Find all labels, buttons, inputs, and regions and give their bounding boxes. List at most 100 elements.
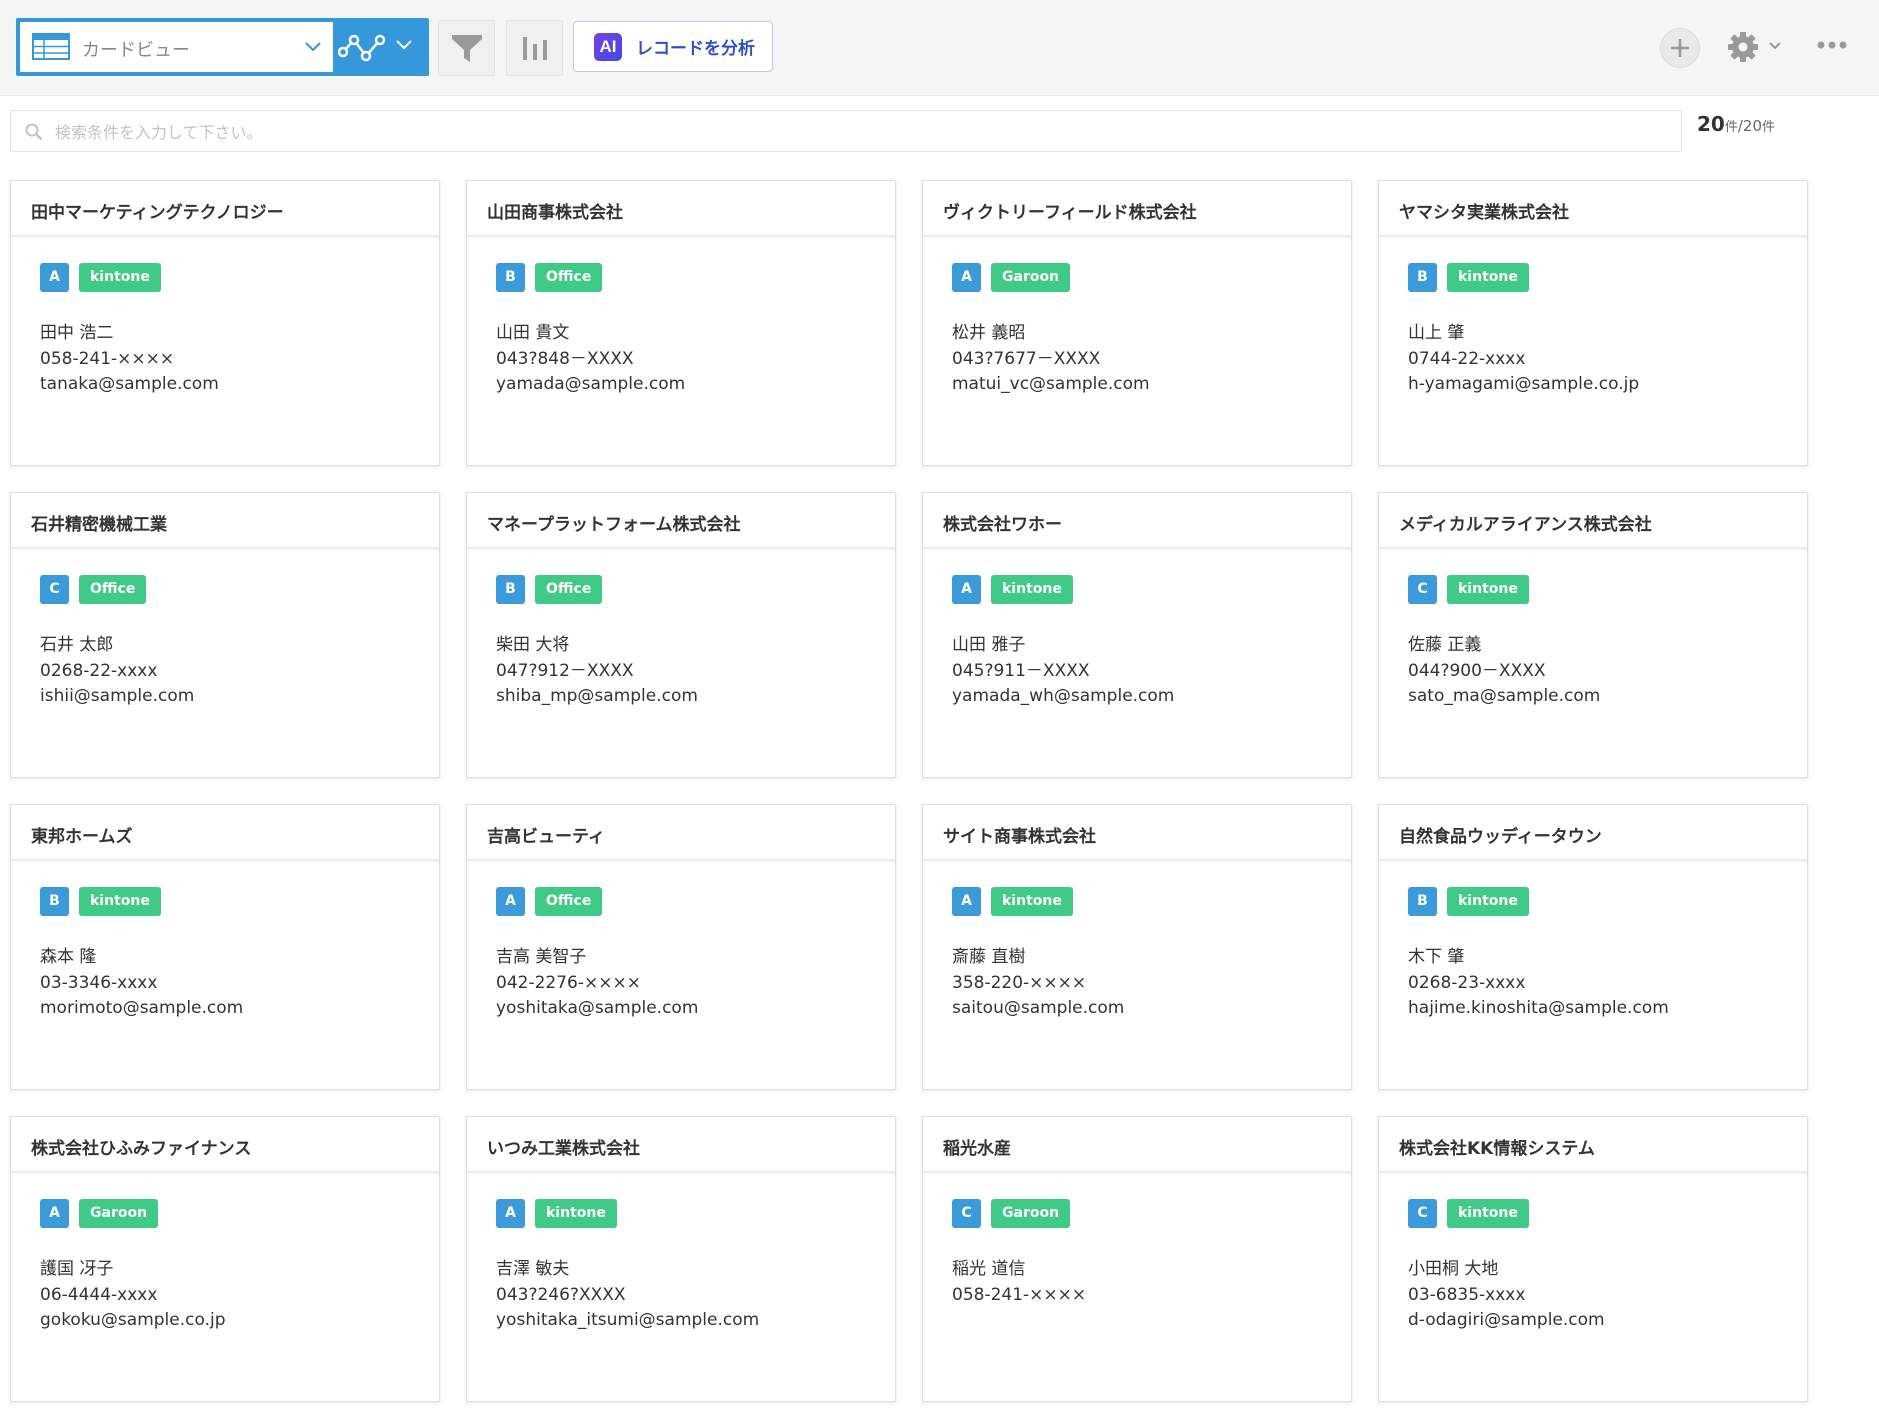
rank-badge: A [496,1199,525,1228]
product-badge: kintone [991,575,1073,604]
contact-info: 斎藤 直樹 358-220-×××× saitou@sample.com [952,945,1124,1022]
rank-badge: B [496,575,525,604]
gear-icon[interactable] [1726,30,1760,64]
search-icon [25,123,43,141]
rank-badge: C [952,1199,981,1228]
company-name: 株式会社ワホー [923,493,1351,549]
contact-email: shiba_mp@sample.com [496,686,698,706]
tag-row: A Garoon [40,1199,159,1228]
contact-person: 吉澤 敏夫 [496,1259,570,1279]
record-card[interactable]: 石井精密機械工業 C Office 石井 太郎 0268-22-xxxx ish… [10,492,440,778]
contact-person: 山田 貴文 [496,323,570,343]
product-badge: Garoon [991,263,1071,292]
contact-email: morimoto@sample.com [40,998,244,1018]
contact-person: 吉高 美智子 [496,947,587,967]
contact-email: sato_ma@sample.com [1408,686,1601,706]
rank-badge: C [1408,1199,1437,1228]
contact-phone: 043?848－XXXX [496,348,634,369]
product-badge: Garoon [991,1199,1071,1228]
company-name: マネープラットフォーム株式会社 [467,493,895,549]
record-card[interactable]: 株式会社ワホー A kintone 山田 雅子 045?911－XXXX yam… [922,492,1352,778]
company-name: 稲光水産 [923,1117,1351,1173]
record-card[interactable]: メディカルアライアンス株式会社 C kintone 佐藤 正義 044?900－… [1378,492,1808,778]
analyze-records-label: レコードを分析 [636,39,755,59]
record-card[interactable]: 自然食品ウッディータウン B kintone 木下 肇 0268-23-xxxx… [1378,804,1808,1090]
chevron-down-icon[interactable] [396,40,412,50]
chevron-down-icon[interactable] [1769,42,1781,50]
contact-email: ishii@sample.com [40,686,195,706]
contact-phone: 358-220-×××× [952,972,1087,993]
record-card[interactable]: マネープラットフォーム株式会社 B Office 柴田 大将 047?912－X… [466,492,896,778]
tag-row: A kintone [952,887,1073,916]
product-badge: Office [535,887,603,916]
record-card[interactable]: 稲光水産 C Garoon 稲光 道信 058-241-×××× [922,1116,1352,1402]
contact-email: yoshitaka@sample.com [496,998,699,1018]
chevron-down-icon [305,42,321,52]
view-select[interactable]: カードビュー [20,22,333,72]
contact-info: 吉澤 敏夫 043?246?XXXX yoshitaka_itsumi@samp… [496,1257,759,1334]
contact-phone: 03-6835-xxxx [1408,1284,1526,1305]
view-select-label: カードビュー [82,40,190,61]
rank-badge: B [496,263,525,292]
contact-info: 木下 肇 0268-23-xxxx hajime.kinoshita@sampl… [1408,945,1669,1022]
contact-info: 稲光 道信 058-241-×××× [952,1257,1086,1334]
contact-email: gokoku@sample.co.jp [40,1310,226,1330]
company-name: 自然食品ウッディータウン [1379,805,1807,861]
record-card[interactable]: 山田商事株式会社 B Office 山田 貴文 043?848－XXXX yam… [466,180,896,466]
company-name: 田中マーケティングテクノロジー [11,181,439,237]
record-card[interactable]: ヴィクトリーフィールド株式会社 A Garoon 松井 義昭 043?7677－… [922,180,1352,466]
contact-info: 石井 太郎 0268-22-xxxx ishii@sample.com [40,633,194,710]
contact-person: 稲光 道信 [952,1259,1026,1279]
product-badge: kintone [79,887,161,916]
rank-badge: A [40,1199,69,1228]
contact-person: 田中 浩二 [40,323,114,343]
product-badge: Office [535,575,603,604]
filter-button[interactable] [438,20,495,76]
record-card[interactable]: 東邦ホームズ B kintone 森本 隆 03-3346-xxxx morim… [10,804,440,1090]
contact-person: 石井 太郎 [40,635,114,655]
rank-badge: B [1408,263,1437,292]
contact-person: 木下 肇 [1408,947,1465,967]
table-icon [32,33,70,60]
record-card[interactable]: 田中マーケティングテクノロジー A kintone 田中 浩二 058-241-… [10,180,440,466]
product-badge: Garoon [79,1199,159,1228]
add-record-button[interactable] [1660,28,1700,68]
contact-email: yamada_wh@sample.com [952,686,1175,706]
graph-view-icon[interactable] [338,28,386,66]
record-count-total-unit: 件 [1762,120,1776,135]
analyze-records-button[interactable]: AI レコードを分析 [573,21,773,72]
contact-info: 小田桐 大地 03-6835-xxxx d-odagiri@sample.com [1408,1257,1605,1334]
record-card[interactable]: サイト商事株式会社 A kintone 斎藤 直樹 358-220-×××× s… [922,804,1352,1090]
product-badge: kintone [991,887,1073,916]
contact-email: yoshitaka_itsumi@sample.com [496,1310,760,1330]
chart-button[interactable] [506,20,563,76]
search-input[interactable] [55,117,1655,147]
contact-info: 山田 貴文 043?848－XXXX yamada@sample.com [496,321,685,398]
contact-person: 柴田 大将 [496,635,570,655]
record-card[interactable]: 吉高ビューティ A Office 吉高 美智子 042-2276-×××× yo… [466,804,896,1090]
contact-phone: 058-241-×××× [952,1284,1087,1305]
contact-email: hajime.kinoshita@sample.com [1408,998,1669,1018]
tag-row: B kintone [1408,263,1529,292]
contact-person: 小田桐 大地 [1408,1259,1499,1279]
product-badge: kintone [1447,263,1529,292]
more-options-icon[interactable] [1816,40,1848,50]
company-name: 山田商事株式会社 [467,181,895,237]
contact-info: 吉高 美智子 042-2276-×××× yoshitaka@sample.co… [496,945,698,1022]
product-badge: kintone [535,1199,617,1228]
tag-row: A kintone [952,575,1073,604]
contact-info: 森本 隆 03-3346-xxxx morimoto@sample.com [40,945,243,1022]
product-badge: kintone [79,263,161,292]
product-badge: Office [535,263,603,292]
contact-person: 佐藤 正義 [1408,635,1482,655]
contact-phone: 043?246?XXXX [496,1284,626,1305]
contact-person: 松井 義昭 [952,323,1026,343]
contact-person: 森本 隆 [40,947,97,967]
record-card[interactable]: 株式会社KK情報システム C kintone 小田桐 大地 03-6835-xx… [1378,1116,1808,1402]
record-card[interactable]: 株式会社ひふみファイナンス A Garoon 護国 冴子 06-4444-xxx… [10,1116,440,1402]
rank-badge: A [496,887,525,916]
product-badge: kintone [1447,1199,1529,1228]
record-card[interactable]: いつみ工業株式会社 A kintone 吉澤 敏夫 043?246?XXXX y… [466,1116,896,1402]
record-card[interactable]: ヤマシタ実業株式会社 B kintone 山上 肇 0744-22-xxxx h… [1378,180,1808,466]
company-name: ヴィクトリーフィールド株式会社 [923,181,1351,237]
